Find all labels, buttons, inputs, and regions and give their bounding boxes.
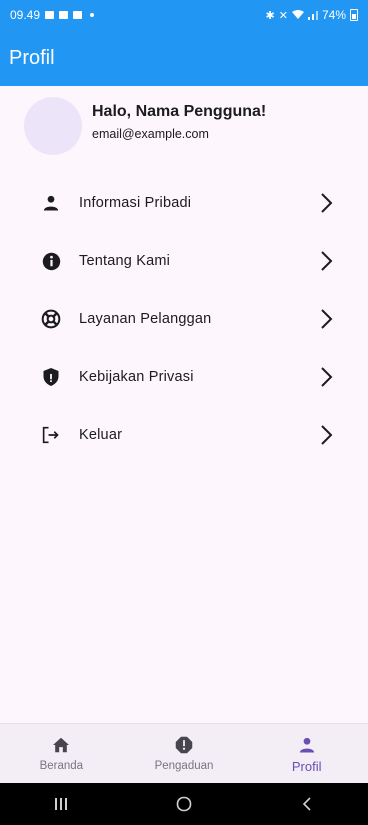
menu-item-kebijakan-privasi[interactable]: Kebijakan Privasi <box>0 348 368 406</box>
chevron-right-icon <box>321 425 333 445</box>
profile-header: Halo, Nama Pengguna! email@example.com <box>24 97 266 155</box>
nav-item-beranda[interactable]: Beranda <box>0 724 123 784</box>
chevron-right-icon <box>321 367 333 387</box>
menu-item-keluar[interactable]: Keluar <box>0 406 368 464</box>
more-notifications-icon <box>90 13 95 17</box>
shop-notification-icon <box>73 11 83 19</box>
status-time: 09.49 <box>10 8 41 22</box>
menu-item-informasi-pribadi[interactable]: Informasi Pribadi <box>0 174 368 232</box>
menu-item-label: Kebijakan Privasi <box>79 369 194 385</box>
nav-label: Beranda <box>39 760 84 772</box>
profile-name: Halo, Nama Pengguna! <box>92 103 267 120</box>
person-icon <box>296 734 318 756</box>
system-navigation-bar <box>0 783 368 825</box>
wifi-icon <box>291 10 304 19</box>
chevron-right-icon <box>321 193 333 213</box>
person-icon <box>40 192 62 214</box>
gallery-notification-icon <box>45 11 55 19</box>
back-button[interactable] <box>287 789 327 819</box>
avatar <box>24 97 82 155</box>
home-circle-icon <box>176 796 192 812</box>
back-icon <box>302 797 311 811</box>
menu-item-layanan-pelanggan[interactable]: Layanan Pelanggan <box>0 290 368 348</box>
chevron-right-icon <box>321 251 333 271</box>
battery-icon <box>350 9 358 21</box>
support-icon <box>40 308 62 330</box>
profile-menu: Informasi Pribadi Tentang Kami Layanan P… <box>0 174 368 464</box>
home-icon <box>50 734 72 756</box>
signal-icon <box>307 11 318 20</box>
status-right: ✱ ✕ 74% <box>266 8 358 22</box>
folder-notification-icon <box>59 11 69 19</box>
menu-item-label: Informasi Pribadi <box>79 195 192 211</box>
nav-item-profil[interactable]: Profil <box>245 724 368 784</box>
shield-icon <box>40 366 62 388</box>
nav-label: Pengaduan <box>154 760 214 772</box>
menu-item-label: Layanan Pelanggan <box>79 311 212 327</box>
profile-email: email@example.com <box>92 127 209 141</box>
info-icon <box>40 250 62 272</box>
report-icon <box>173 734 195 756</box>
logout-icon <box>40 424 62 446</box>
recent-apps-button[interactable] <box>41 789 81 819</box>
app-bar: Profil <box>0 30 368 86</box>
chevron-right-icon <box>321 309 333 329</box>
profile-text: Halo, Nama Pengguna! email@example.com <box>92 103 266 141</box>
mute-icon: ✕ <box>278 9 288 22</box>
menu-item-label: Keluar <box>79 427 123 443</box>
page-title: Profil <box>9 46 55 69</box>
nav-label: Profil <box>291 759 322 774</box>
battery-percent: 74% <box>321 8 346 22</box>
status-bar: 09.49 ✱ ✕ 74% <box>0 0 368 30</box>
home-button[interactable] <box>164 789 204 819</box>
recent-apps-icon <box>55 798 68 810</box>
bluetooth-icon: ✱ <box>265 9 275 22</box>
menu-item-tentang-kami[interactable]: Tentang Kami <box>0 232 368 290</box>
bottom-navigation: Beranda Pengaduan Profil <box>0 723 368 784</box>
menu-item-label: Tentang Kami <box>79 253 171 269</box>
nav-item-pengaduan[interactable]: Pengaduan <box>123 724 246 784</box>
status-left: 09.49 <box>10 8 95 22</box>
